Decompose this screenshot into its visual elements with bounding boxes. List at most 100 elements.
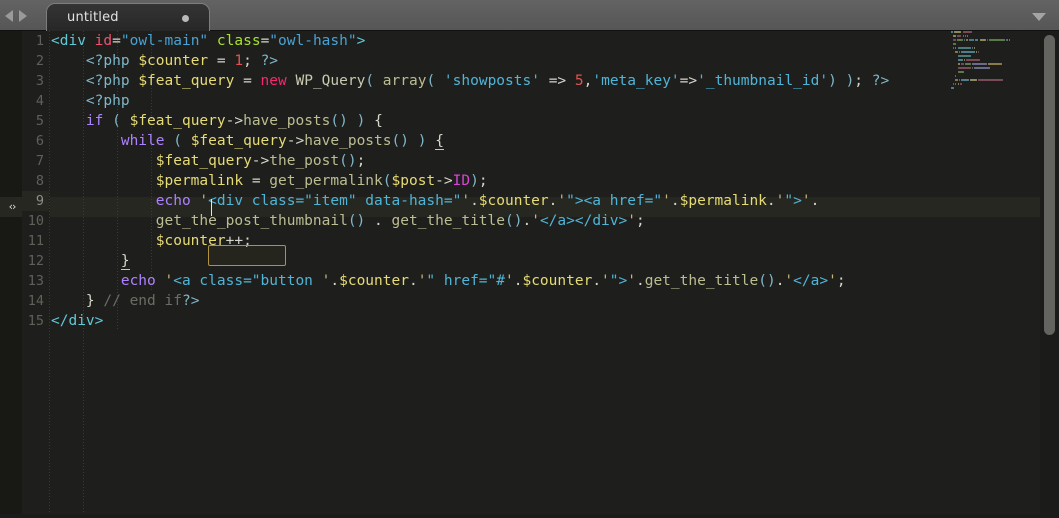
line-number: 10 [27, 213, 44, 229]
line-number: 13 [27, 273, 44, 289]
minimap-token [953, 83, 955, 86]
nav-forward-icon[interactable] [19, 10, 27, 22]
minimap-token [961, 79, 969, 82]
minimap-token [986, 39, 988, 42]
minimap-token [953, 47, 955, 50]
minimap-token [979, 39, 986, 42]
minimap-line [949, 79, 1040, 82]
code-line[interactable]: $feat_query->the_post(); [50, 151, 1040, 171]
code-line[interactable]: echo '<a class="button '.$counter.'" hre… [50, 271, 1040, 291]
minimap-token [955, 83, 957, 86]
fold-gutter[interactable]: ‹› [0, 31, 22, 518]
code-surface[interactable]: <div id="owl-main" class="owl-hash"> <?p… [50, 31, 1040, 518]
line-number: 4 [35, 93, 44, 109]
nav-back-icon[interactable] [5, 10, 13, 22]
line-number: 8 [35, 173, 44, 189]
tab-bar: untitled [0, 0, 1059, 31]
minimap-token [988, 39, 1006, 42]
minimap-token [955, 79, 958, 82]
code-line[interactable]: $permalink = get_permalink($post->ID); [50, 171, 1040, 191]
minimap-token [975, 39, 979, 42]
minimap-token [957, 67, 971, 70]
minimap-line [949, 67, 1040, 70]
minimap-token [978, 51, 980, 54]
minimap-token [964, 59, 966, 62]
code-line[interactable] [50, 331, 1040, 351]
vertical-scrollbar[interactable] [1040, 31, 1059, 518]
minimap-line [949, 91, 1040, 94]
minimap-line [949, 31, 1040, 34]
minimap-line [949, 55, 1040, 58]
code-line[interactable]: <?php [50, 91, 1040, 111]
minimap-line [949, 87, 1040, 90]
code-line[interactable]: <div id="owl-main" class="owl-hash"> [50, 31, 1040, 51]
line-number: 1 [35, 33, 44, 49]
text-caret [211, 199, 212, 216]
minimap-line [949, 47, 1040, 50]
code-editor[interactable]: ‹› 1 2 3 4 5 6 7 8 9 10 11 12 13 14 15 <div id="owl-ma… [0, 31, 1059, 518]
minimap-token [957, 39, 964, 42]
minimap-token [964, 39, 966, 42]
minimap-token [964, 63, 972, 66]
tab-untitled[interactable]: untitled [46, 3, 210, 31]
tab-nav-arrows [5, 8, 45, 24]
minimap-token [955, 47, 957, 50]
line-number: 11 [27, 233, 44, 249]
code-line[interactable]: while ( $feat_query->have_posts() ) { [50, 131, 1040, 151]
line-number: 5 [35, 113, 44, 129]
minimap-line [949, 51, 1040, 54]
code-fold-icon[interactable]: ‹› [2, 197, 22, 217]
line-number: 7 [35, 153, 44, 169]
tab-list-chevron-down-icon[interactable] [1032, 13, 1046, 21]
line-number: 2 [35, 53, 44, 69]
minimap-token [960, 63, 964, 66]
minimap-token [953, 39, 956, 42]
minimap-token [957, 59, 964, 62]
minimap-token [969, 39, 974, 42]
minimap-line [949, 83, 1040, 86]
line-number: 3 [35, 73, 44, 89]
minimap-token [969, 79, 977, 82]
tab-unsaved-indicator-icon[interactable] [182, 15, 189, 22]
minimap-token [951, 87, 955, 90]
code-line[interactable]: } [50, 251, 1040, 271]
minimap-token [972, 47, 974, 50]
code-line[interactable]: $counter++; [50, 231, 1040, 251]
minimap-token [1008, 39, 1010, 42]
code-line[interactable]: } // end if?> [50, 291, 1040, 311]
minimap-token [977, 79, 1004, 82]
minimap-token [955, 51, 959, 54]
window-bottom-edge [0, 514, 1059, 518]
minimap-line [949, 71, 1040, 74]
minimap-token [976, 51, 978, 54]
minimap-token [964, 35, 966, 38]
line-number-gutter: 1 2 3 4 5 6 7 8 9 10 11 12 13 14 15 [22, 31, 49, 518]
minimap-token [988, 63, 1002, 66]
line-number: 14 [27, 293, 44, 309]
minimap-line [949, 63, 1040, 66]
code-line[interactable]: echo '<div class="item" data-hash="'.$co… [50, 191, 1040, 211]
minimap-line [949, 75, 1040, 78]
minimap-token [960, 83, 963, 86]
minimap-token [961, 51, 976, 54]
code-line[interactable]: get_the_post_thumbnail() . get_the_title… [50, 211, 1040, 231]
line-number: 12 [27, 253, 44, 269]
code-minimap[interactable] [949, 31, 1040, 101]
minimap-line [949, 59, 1040, 62]
code-line[interactable]: if ( $feat_query->have_posts() ) { [50, 111, 1040, 131]
minimap-line [949, 35, 1040, 38]
code-line[interactable]: </div> [50, 311, 1040, 331]
code-line[interactable]: <?php $feat_query = new WP_Query( array(… [50, 71, 1040, 91]
code-line[interactable]: <?php $counter = 1; ?> [50, 51, 1040, 71]
minimap-line [949, 43, 1040, 46]
minimap-token [962, 31, 972, 34]
line-number: 6 [35, 133, 44, 149]
minimap-line [949, 39, 1040, 42]
minimap-token [957, 55, 971, 58]
minimap-token [966, 59, 981, 62]
minimap-token [957, 35, 962, 38]
minimap-token [962, 35, 964, 38]
vertical-scrollbar-thumb[interactable] [1044, 35, 1055, 335]
minimap-token [972, 63, 988, 66]
tab-label: untitled [67, 10, 119, 25]
